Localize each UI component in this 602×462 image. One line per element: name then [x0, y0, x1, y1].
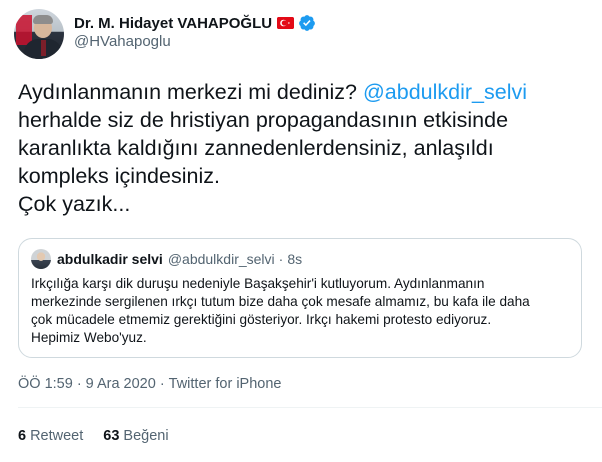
tweet-stats: 6 Retweet 63 Beğeni [18, 428, 189, 444]
retweets-stat[interactable]: 6 Retweet [18, 428, 83, 444]
separator-dot: · [76, 376, 82, 392]
tweet-source[interactable]: Twitter for iPhone [169, 376, 282, 392]
tweet-line: Aydınlanmanın merkezi mi dediniz? @abdul… [18, 78, 593, 106]
likes-label: Beğeni [123, 428, 169, 444]
tweet-line: herhalde siz de hristiyan propagandasını… [18, 108, 509, 132]
quoted-line: çok mücadele etmemiz gerektiğini gösteri… [31, 312, 492, 327]
tweet-line: karanlıkta kaldığını zannedenlerdensiniz… [18, 136, 494, 160]
quoted-timestamp[interactable]: 8s [287, 251, 302, 267]
divider [18, 407, 602, 408]
tweet: Dr. M. Hidayet VAHAPOĞLU @HVahapoglu Ayd… [0, 0, 602, 462]
author-name-row[interactable]: Dr. M. Hidayet VAHAPOĞLU [74, 13, 316, 33]
tweet-line: Çok yazık... [18, 192, 131, 216]
tweet-line-text: Aydınlanmanın merkezi mi dediniz? [18, 80, 363, 104]
author-avatar[interactable] [14, 9, 64, 59]
quoted-author-handle[interactable]: @abdulkdir_selvi [168, 251, 275, 267]
verified-badge-icon [299, 15, 315, 31]
turkey-flag-icon [277, 17, 295, 29]
separator-dot: · [278, 251, 284, 267]
quoted-author-name[interactable]: abdulkadir selvi [57, 251, 163, 267]
quoted-header: abdulkadir selvi @abdulkdir_selvi · 8s [57, 251, 302, 267]
separator-dot: · [159, 376, 165, 392]
tweet-meta: ÖÖ 1:59 · 9 Ara 2020 · Twitter for iPhone [18, 376, 281, 392]
quoted-line: merkezinde sergilenen ırkçı tutum bize d… [31, 294, 530, 309]
tweet-line: kompleks içindesiniz. [18, 164, 220, 188]
tweet-text: Aydınlanmanın merkezi mi dediniz? @abdul… [18, 78, 593, 218]
retweets-count: 6 [18, 428, 27, 444]
retweets-label: Retweet [30, 428, 84, 444]
mention-link[interactable]: @abdulkdir_selvi [363, 80, 527, 104]
author-handle[interactable]: @HVahapoglu [74, 33, 171, 50]
author-display-name[interactable]: Dr. M. Hidayet VAHAPOĞLU [74, 15, 272, 32]
tweet-date[interactable]: 9 Ara 2020 [86, 376, 156, 392]
quoted-line: Hepimiz Webo'yuz. [31, 330, 147, 345]
quoted-line: Irkçılığa karşı dik duruşu nedeniyle Baş… [31, 276, 485, 291]
tweet-time[interactable]: ÖÖ 1:59 [18, 376, 73, 392]
likes-stat[interactable]: 63 Beğeni [103, 428, 168, 444]
quoted-text: Irkçılığa karşı dik duruşu nedeniyle Baş… [31, 275, 576, 347]
quoted-tweet[interactable]: abdulkadir selvi @abdulkdir_selvi · 8s I… [18, 238, 582, 358]
quoted-author-avatar[interactable] [31, 249, 51, 269]
likes-count: 63 [103, 428, 120, 444]
